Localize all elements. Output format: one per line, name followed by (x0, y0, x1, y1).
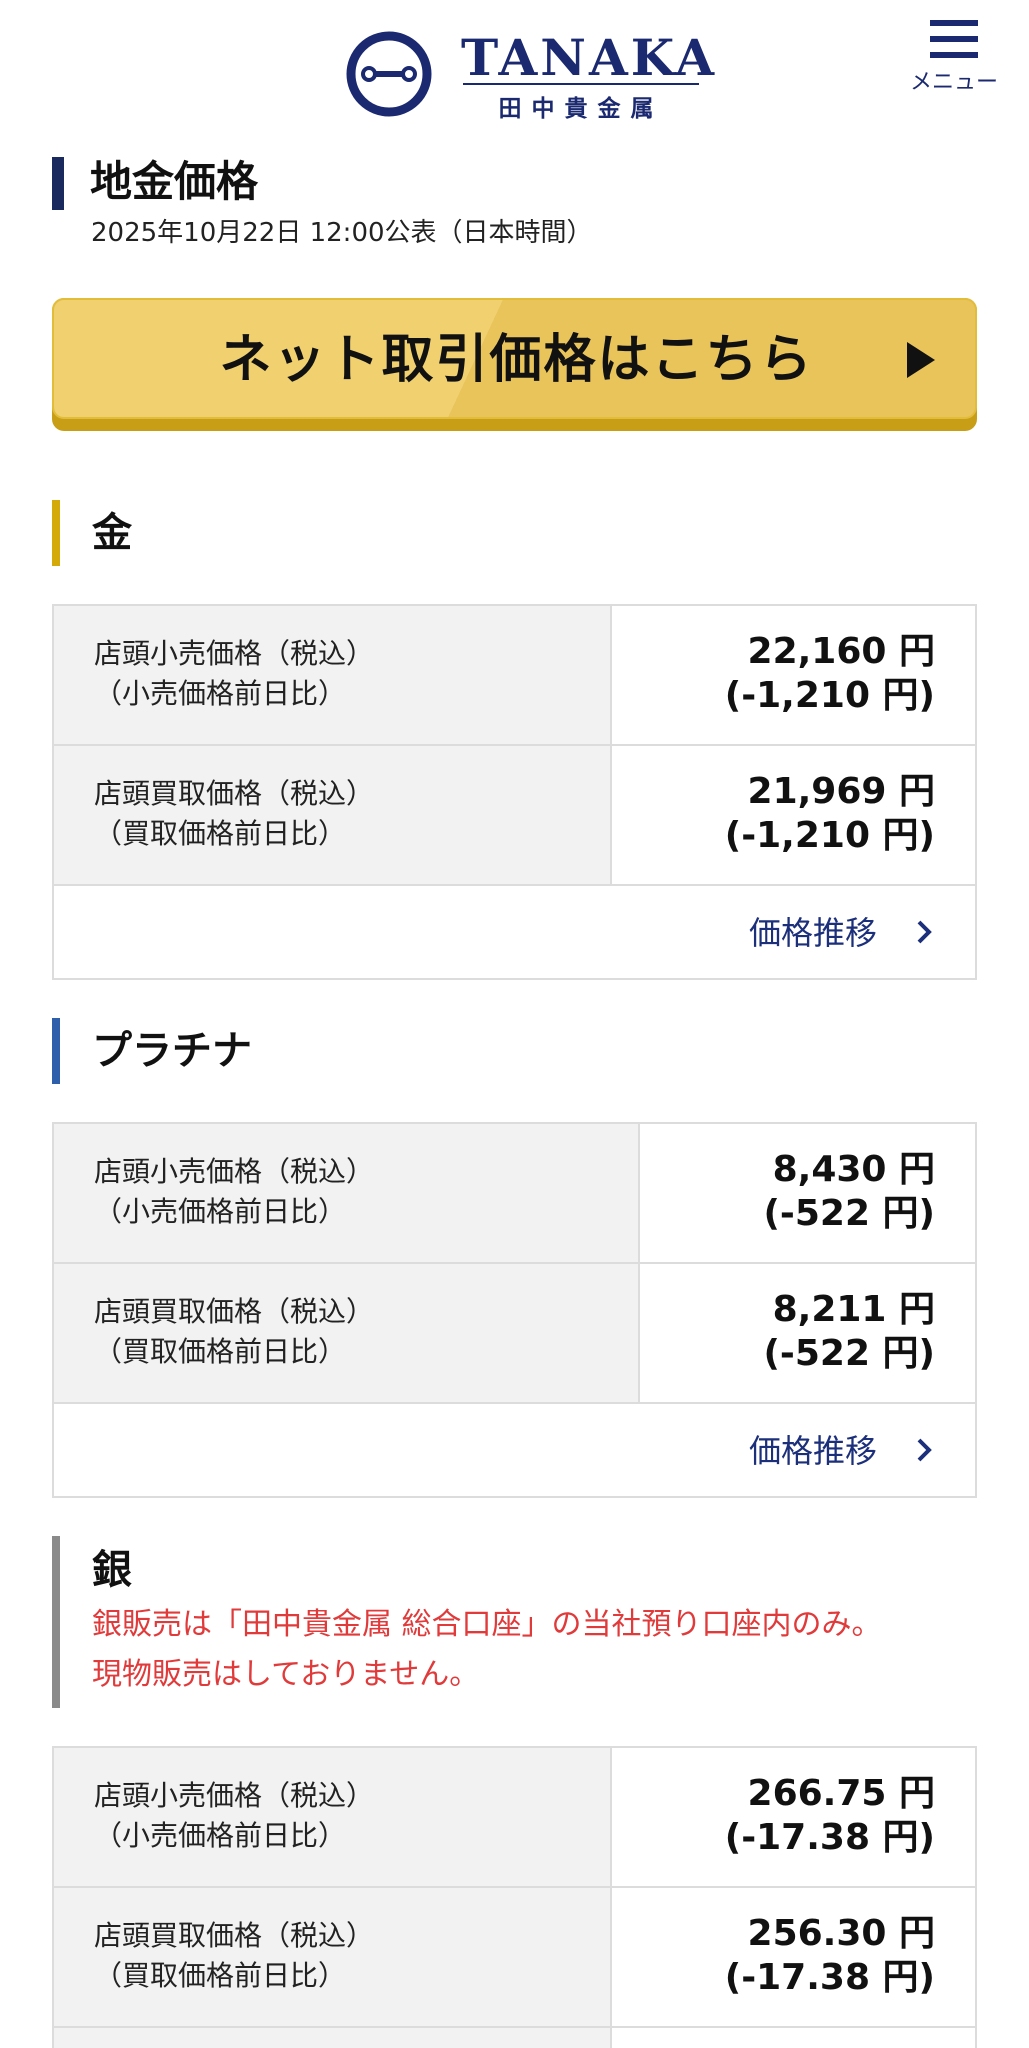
price-label-cell: 店頭小売価格（税込） （小売価格前日比） (54, 1748, 612, 1886)
row-sublabel: （買取価格前日比） (94, 1335, 347, 1368)
price-value: 8,430 円 (772, 1149, 935, 1190)
price-value: 266.75 円 (747, 1773, 935, 1814)
price-change: (-522 円) (763, 1193, 935, 1234)
price-value: 22,160 円 (747, 631, 935, 672)
cta-face: ネット取引価格はこちら (52, 298, 977, 419)
price-change: (-1,210 円) (724, 815, 935, 856)
row-sublabel: （小売価格前日比） (94, 1819, 347, 1852)
row-sublabel: （小売価格前日比） (94, 1195, 347, 1228)
price-label-cell (54, 2028, 612, 2048)
price-label-cell: 店頭買取価格（税込） （買取価格前日比） (54, 746, 612, 884)
silver-notice-line1: 銀販売は「田中貴金属 総合口座」の当社預り口座内のみ。 (92, 1607, 882, 1642)
section-title: 金 (92, 510, 132, 556)
table-row: 店頭買取価格（税込） （買取価格前日比） 21,969 円 (-1,210 円) (54, 746, 975, 886)
row-label: 店頭買取価格（税込） (94, 777, 375, 810)
play-triangle-icon (907, 342, 935, 378)
row-label: 店頭買取価格（税込） (94, 1919, 375, 1952)
price-change: (-17.38 円) (724, 1957, 935, 1998)
row-label: 店頭小売価格（税込） (94, 1155, 375, 1188)
price-value-cell (612, 2028, 975, 2048)
table-row: 店頭小売価格（税込） （小売価格前日比） 8,430 円 (-522 円) (54, 1124, 975, 1264)
price-label-cell: 店頭小売価格（税込） （小売価格前日比） (54, 606, 612, 744)
row-label: 店頭小売価格（税込） (94, 1779, 375, 1812)
row-label: 店頭買取価格（税込） (94, 1295, 375, 1328)
silver-price-table: 店頭小売価格（税込） （小売価格前日比） 266.75 円 (-17.38 円)… (52, 1746, 977, 2048)
logo-subtext: 田中貴金属 (498, 96, 664, 122)
chevron-right-icon (917, 920, 932, 944)
row-sublabel: （買取価格前日比） (94, 817, 347, 850)
platinum-price-table: 店頭小売価格（税込） （小売価格前日比） 8,430 円 (-522 円) 店頭… (52, 1122, 977, 1498)
table-row: 店頭買取価格（税込） （買取価格前日比） 256.30 円 (-17.38 円) (54, 1888, 975, 2028)
page-title: 地金価格 (90, 157, 259, 206)
platinum-price-trend-link[interactable]: 価格推移 (54, 1404, 975, 1496)
section-heading-gold: 金 (52, 500, 132, 566)
table-row-partial (54, 2028, 975, 2048)
hamburger-icon (930, 20, 978, 58)
price-value: 256.30 円 (747, 1913, 935, 1954)
price-value-cell: 256.30 円 (-17.38 円) (612, 1888, 975, 2026)
logo-divider (463, 83, 699, 85)
trend-link-label: 価格推移 (748, 914, 877, 952)
tanaka-logo-icon (346, 31, 432, 117)
page-title-block: 地金価格 (52, 157, 258, 210)
price-value-cell: 21,969 円 (-1,210 円) (612, 746, 975, 884)
tanaka-logo[interactable]: TANAKA 田中貴金属 (345, 28, 714, 122)
table-row: 店頭買取価格（税込） （買取価格前日比） 8,211 円 (-522 円) (54, 1264, 975, 1404)
price-value-cell: 8,430 円 (-522 円) (640, 1124, 975, 1262)
price-change: (-17.38 円) (724, 1817, 935, 1858)
trend-link-label: 価格推移 (748, 1432, 877, 1470)
gold-price-table: 店頭小売価格（税込） （小売価格前日比） 22,160 円 (-1,210 円)… (52, 604, 977, 980)
row-sublabel: （小売価格前日比） (94, 677, 347, 710)
row-label: 店頭小売価格（税込） (94, 637, 375, 670)
menu-label: メニュー (909, 70, 998, 95)
price-label-cell: 店頭買取価格（税込） （買取価格前日比） (54, 1888, 612, 2026)
table-row: 店頭小売価格（税込） （小売価格前日比） 22,160 円 (-1,210 円) (54, 606, 975, 746)
price-value-cell: 8,211 円 (-522 円) (640, 1264, 975, 1402)
published-date: 2025年10月22日 12:00公表（日本時間） (91, 218, 593, 248)
price-value: 21,969 円 (747, 771, 935, 812)
price-label-cell: 店頭買取価格（税込） （買取価格前日比） (54, 1264, 640, 1402)
silver-notice-line2: 現物販売はしておりません。 (92, 1657, 480, 1692)
price-value-cell: 22,160 円 (-1,210 円) (612, 606, 975, 744)
section-heading-silver: 銀 銀販売は「田中貴金属 総合口座」の当社預り口座内のみ。 現物販売はしておりま… (52, 1536, 882, 1708)
gold-price-trend-link[interactable]: 価格推移 (54, 886, 975, 978)
price-change: (-1,210 円) (724, 675, 935, 716)
section-heading-platinum: プラチナ (52, 1018, 252, 1084)
section-title: プラチナ (92, 1028, 252, 1074)
row-sublabel: （買取価格前日比） (94, 1959, 347, 1992)
price-change: (-522 円) (763, 1333, 935, 1374)
table-row: 店頭小売価格（税込） （小売価格前日比） 266.75 円 (-17.38 円) (54, 1748, 975, 1888)
chevron-right-icon (917, 1438, 932, 1462)
section-title: 銀 (92, 1547, 132, 1593)
price-label-cell: 店頭小売価格（税込） （小売価格前日比） (54, 1124, 640, 1262)
price-value: 8,211 円 (772, 1289, 935, 1330)
site-header: TANAKA 田中貴金属 メニュー (0, 0, 1029, 140)
menu-button[interactable]: メニュー (896, 20, 1012, 110)
price-value-cell: 266.75 円 (-17.38 円) (612, 1748, 975, 1886)
cta-label: ネット取引価格はこちら (219, 330, 814, 390)
net-trading-price-button[interactable]: ネット取引価格はこちら (52, 298, 977, 431)
logo-wordmark: TANAKA (461, 28, 717, 87)
